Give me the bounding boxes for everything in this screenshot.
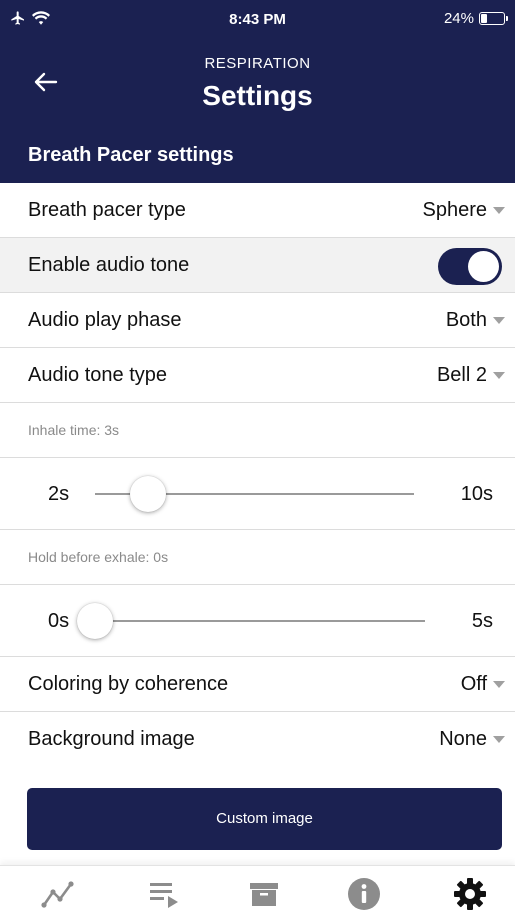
hold-slider-track[interactable]: [95, 620, 425, 622]
tab-bar: [0, 865, 515, 917]
coloring-select[interactable]: Off: [461, 657, 505, 712]
pacer-type-select[interactable]: Sphere: [422, 183, 505, 238]
coloring-value: Off: [460, 673, 487, 695]
hold-slider-row: 0s 5s: [0, 585, 515, 657]
status-bar: 8:43 PM 24%: [0, 0, 515, 38]
hold-slider-thumb[interactable]: [77, 603, 113, 639]
tab-info[interactable]: [344, 874, 384, 914]
hold-caption: Hold before exhale: 0s: [28, 549, 169, 565]
app-header: RESPIRATION Settings: [0, 38, 515, 128]
audio-phase-value: Both: [445, 309, 487, 331]
custom-image-button[interactable]: Custom image: [27, 788, 502, 850]
tone-type-select[interactable]: Bell 2: [437, 348, 505, 403]
inhale-max-label: 10s: [460, 483, 493, 505]
gear-icon: [454, 878, 486, 910]
background-select[interactable]: None: [439, 712, 505, 767]
tone-type-label: Audio tone type: [28, 364, 167, 386]
archive-icon: [250, 883, 278, 906]
page-title: Settings: [202, 80, 313, 111]
caret-down-icon: [493, 372, 505, 379]
audio-phase-row[interactable]: Audio play phase Both: [0, 293, 515, 348]
battery-percent: 24%: [443, 10, 474, 27]
coloring-row[interactable]: Coloring by coherence Off: [0, 657, 515, 712]
inhale-caption-row: Inhale time: 3s: [0, 403, 515, 458]
hold-caption-row: Hold before exhale: 0s: [0, 530, 515, 585]
inhale-slider-thumb[interactable]: [130, 476, 167, 512]
section-title: Breath Pacer settings: [0, 128, 515, 183]
header-subtitle: RESPIRATION: [204, 55, 311, 72]
status-time: 8:43 PM: [229, 11, 286, 28]
tab-archive[interactable]: [244, 874, 284, 914]
inhale-min-label: 2s: [48, 483, 70, 505]
caret-down-icon: [493, 317, 505, 324]
caret-down-icon: [493, 681, 505, 688]
battery-icon: [479, 12, 508, 25]
coloring-label: Coloring by coherence: [28, 673, 229, 695]
caret-down-icon: [493, 736, 505, 743]
tab-playlist[interactable]: [144, 874, 184, 914]
toggle-knob: [468, 251, 499, 282]
tab-chart[interactable]: [38, 874, 78, 914]
pacer-type-value: Sphere: [422, 199, 488, 221]
hold-max-label: 5s: [471, 610, 493, 632]
tab-settings[interactable]: [450, 874, 490, 914]
chart-icon: [41, 881, 74, 908]
audio-tone-toggle[interactable]: [438, 248, 502, 285]
background-row[interactable]: Background image None: [0, 712, 515, 767]
tone-type-row[interactable]: Audio tone type Bell 2: [0, 348, 515, 403]
audio-tone-row: Enable audio tone: [0, 238, 515, 293]
inhale-caption: Inhale time: 3s: [28, 422, 120, 438]
background-value: None: [439, 728, 487, 750]
audio-phase-label: Audio play phase: [28, 309, 182, 331]
tone-type-value: Bell 2: [436, 364, 487, 386]
background-label: Background image: [28, 728, 195, 750]
pacer-type-label: Breath pacer type: [28, 199, 186, 221]
status-right: 24%: [443, 10, 508, 27]
playlist-icon: [150, 883, 178, 908]
info-icon: [348, 878, 380, 910]
battery-fill: [481, 14, 487, 23]
inhale-slider-row: 2s 10s: [0, 458, 515, 530]
audio-tone-label: Enable audio tone: [28, 254, 190, 276]
audio-phase-select[interactable]: Both: [446, 293, 505, 348]
pacer-type-row[interactable]: Breath pacer type Sphere: [0, 183, 515, 238]
caret-down-icon: [493, 207, 505, 214]
hold-min-label: 0s: [48, 610, 70, 632]
